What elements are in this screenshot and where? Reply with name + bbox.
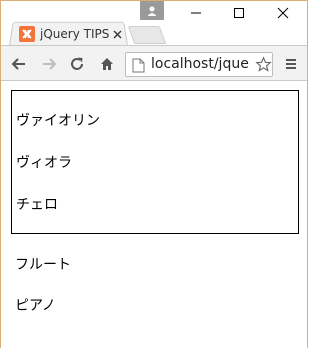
minimize-icon[interactable]	[186, 5, 206, 21]
reload-icon[interactable]	[67, 54, 87, 74]
tab-close-icon[interactable]	[111, 28, 123, 40]
tab-strip: jQuery TIPS	[1, 1, 307, 46]
page-icon	[132, 58, 145, 73]
bookmark-star-icon[interactable]	[254, 55, 272, 73]
address-bar[interactable]: localhost/jque	[125, 52, 273, 77]
tab-title: jQuery TIPS	[40, 27, 110, 41]
new-tab-button[interactable]	[127, 26, 167, 44]
xampp-icon	[19, 26, 35, 42]
home-icon[interactable]	[97, 54, 117, 74]
url-text[interactable]: localhost/jque	[151, 56, 255, 74]
list-item: ヴァイオリン	[16, 113, 100, 129]
maximize-icon[interactable]	[229, 5, 249, 21]
list-item: チェロ	[16, 197, 58, 213]
page-content: ヴァイオリン ヴィオラ チェロ フルート ピアノ	[1, 82, 307, 348]
menu-icon[interactable]	[281, 54, 301, 74]
list-item: ヴィオラ	[16, 155, 72, 171]
profile-icon[interactable]	[140, 1, 164, 20]
close-window-icon[interactable]	[273, 5, 293, 21]
tab-content[interactable]: jQuery TIPS	[19, 24, 123, 44]
list-item: ピアノ	[15, 298, 56, 314]
browser-toolbar: localhost/jque	[1, 45, 307, 81]
browser-window: jQuery TIPS localhost/jque ヴァイオリン ヴィオラ チ…	[0, 0, 308, 348]
back-arrow-icon[interactable]	[9, 54, 29, 74]
bordered-list: ヴァイオリン ヴィオラ チェロ	[11, 90, 299, 234]
forward-arrow-icon[interactable]	[39, 54, 59, 74]
list-item: フルート	[15, 257, 71, 273]
